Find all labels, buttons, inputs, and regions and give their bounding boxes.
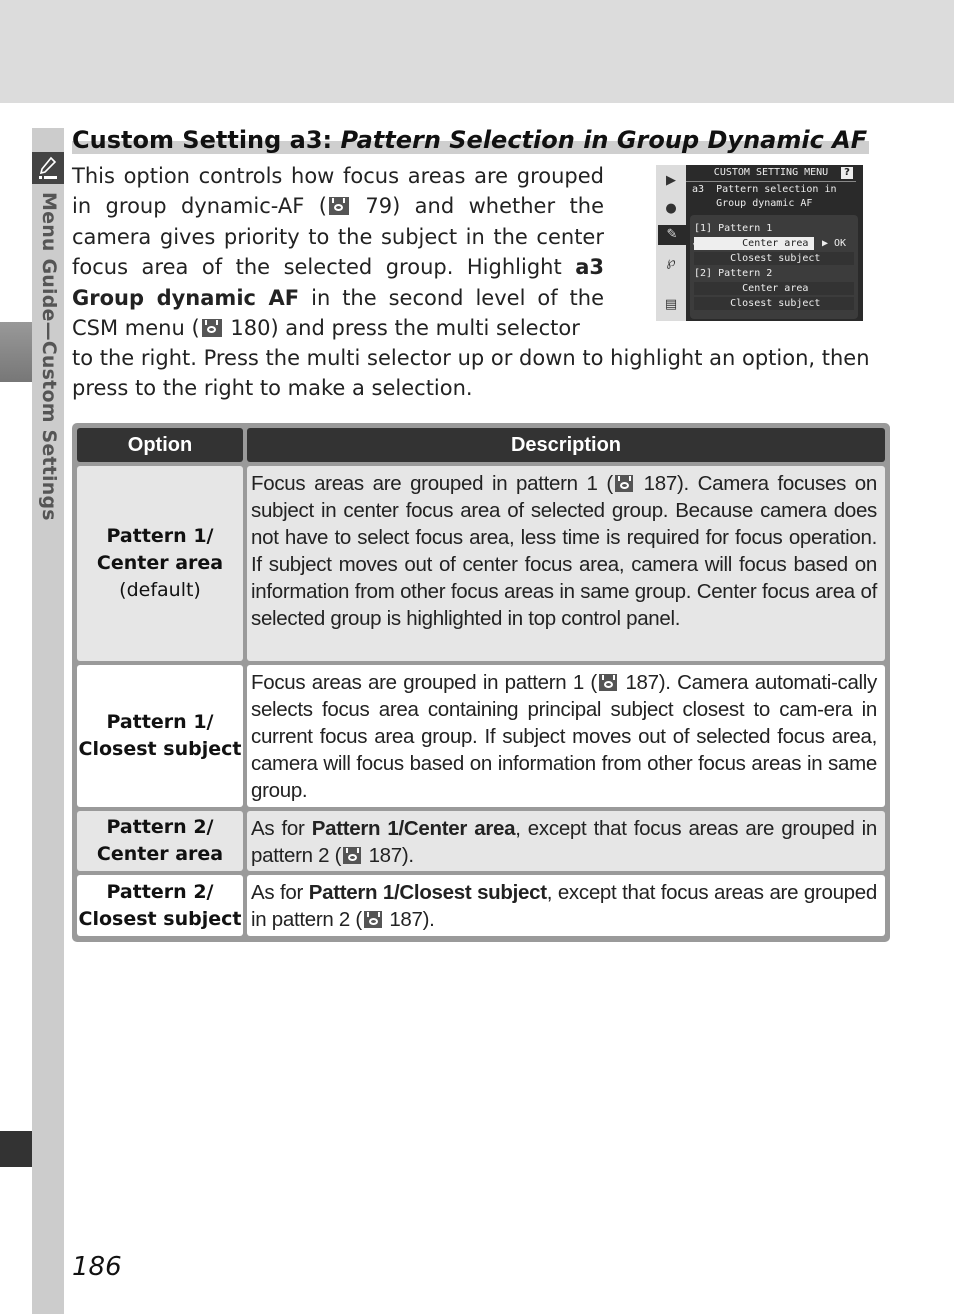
pencil-icon	[32, 152, 64, 184]
option-name: Closest subject	[78, 738, 242, 760]
page-number: 186	[72, 1252, 122, 1282]
lcd-selected-row: Center area	[694, 237, 814, 250]
option-reference: Pattern 1/Center area	[311, 817, 516, 840]
pencil-icon: ✎	[658, 225, 686, 245]
table-row-description: As for Pattern 1/Closest subject, except…	[247, 875, 885, 936]
table-row-option: Pattern 2/ Closest subject	[77, 875, 243, 936]
camera-icon: ●	[665, 201, 677, 216]
lcd-item-row: Closest subject	[694, 252, 854, 265]
page-reference[interactable]: 180	[230, 316, 270, 340]
header-description: Description	[247, 428, 885, 462]
desc-text: As for	[251, 881, 309, 904]
option-name: Closest subject	[78, 907, 242, 930]
table-row-description: As for Pattern 1/Center area, except tha…	[247, 811, 885, 871]
table-row-option: Pattern 1/ Closest subject	[77, 665, 243, 807]
title-prefix: Custom Setting a3:	[72, 126, 341, 154]
intro-text: ) and press the multi selector	[270, 316, 580, 341]
option-name: Pattern 1/	[106, 711, 214, 733]
lcd-item-row: Center area	[694, 282, 854, 295]
option-name: Center area	[96, 552, 224, 574]
intro-paragraph: This option controls how focus areas are…	[72, 161, 604, 343]
desc-text: ).	[422, 908, 435, 931]
wrench-icon: ℘	[666, 255, 676, 270]
options-table: Option Description Pattern 1/ Center are…	[72, 423, 890, 942]
lcd-group-row: [1] Pattern 1	[694, 223, 773, 234]
desc-text: ). Camera focuses on subject in center f…	[251, 472, 877, 630]
lcd-display: CUSTOM SETTING MENU ? a3 Pattern selecti…	[686, 165, 863, 321]
top-band	[0, 0, 954, 103]
desc-text: As for	[251, 817, 312, 840]
eye-reference-icon	[363, 911, 382, 928]
eye-reference-icon	[598, 674, 617, 691]
section-label: Menu Guide—Custom Settings	[38, 192, 60, 521]
page-title: Custom Setting a3: Pattern Selection in …	[72, 124, 870, 154]
intro-continuation: to the right. Press the multi selector u…	[72, 346, 870, 401]
title-italic: Pattern Selection in Group Dynamic AF	[340, 126, 868, 154]
option-name: Pattern 1/	[106, 525, 214, 547]
help-icon: ?	[841, 167, 853, 179]
option-reference: Pattern 1/Closest subject	[308, 881, 547, 904]
eye-reference-icon	[614, 475, 633, 492]
desc-text: Focus areas are grouped in pattern 1 (	[251, 671, 597, 694]
lcd-subtitle: Group dynamic AF	[692, 198, 813, 209]
check-icon: ✔	[693, 238, 700, 249]
page-reference[interactable]: 187	[625, 671, 659, 694]
lcd-header: CUSTOM SETTING MENU	[686, 167, 856, 182]
page-reference[interactable]: 187	[369, 844, 403, 867]
lcd-subtitle: a3 Pattern selection in	[692, 184, 837, 195]
table-row-description: Focus areas are grouped in pattern 1 ( 1…	[247, 466, 885, 661]
eye-reference-icon	[328, 197, 349, 216]
option-name: Center area	[96, 843, 224, 865]
ok-indicator: ▶ OK	[822, 238, 847, 249]
page-reference[interactable]: 79	[365, 194, 392, 218]
option-name: Pattern 2/	[106, 880, 214, 903]
eye-reference-icon	[343, 847, 362, 864]
table-row-description: Focus areas are grouped in pattern 1 ( 1…	[247, 665, 885, 807]
lcd-item-row: Closest subject	[694, 297, 854, 310]
side-tab-marker	[0, 322, 32, 382]
playback-icon: ▶	[666, 173, 676, 188]
option-name: Pattern 2/	[106, 816, 214, 838]
page-reference[interactable]: 187	[644, 472, 678, 495]
camera-menu-screenshot: ▶ ● ✎ ℘ ▤ CUSTOM SETTING MENU ? a3 Patte…	[656, 165, 863, 321]
table-row-option: Pattern 1/ Center area (default)	[77, 466, 243, 661]
menu-tabs: ▶ ● ✎ ℘ ▤	[656, 165, 686, 321]
header-option: Option	[77, 428, 243, 462]
default-note: (default)	[119, 579, 201, 601]
page-reference[interactable]: 187	[389, 908, 423, 931]
side-tab-marker-dark	[0, 1131, 32, 1167]
recent-icon: ▤	[664, 297, 678, 312]
lcd-group-row: [2] Pattern 2	[694, 268, 773, 279]
desc-text: ).	[401, 844, 414, 867]
desc-text: Focus areas are grouped in pattern 1 (	[251, 472, 613, 495]
eye-reference-icon	[201, 319, 222, 338]
table-row-option: Pattern 2/ Center area	[77, 811, 243, 871]
